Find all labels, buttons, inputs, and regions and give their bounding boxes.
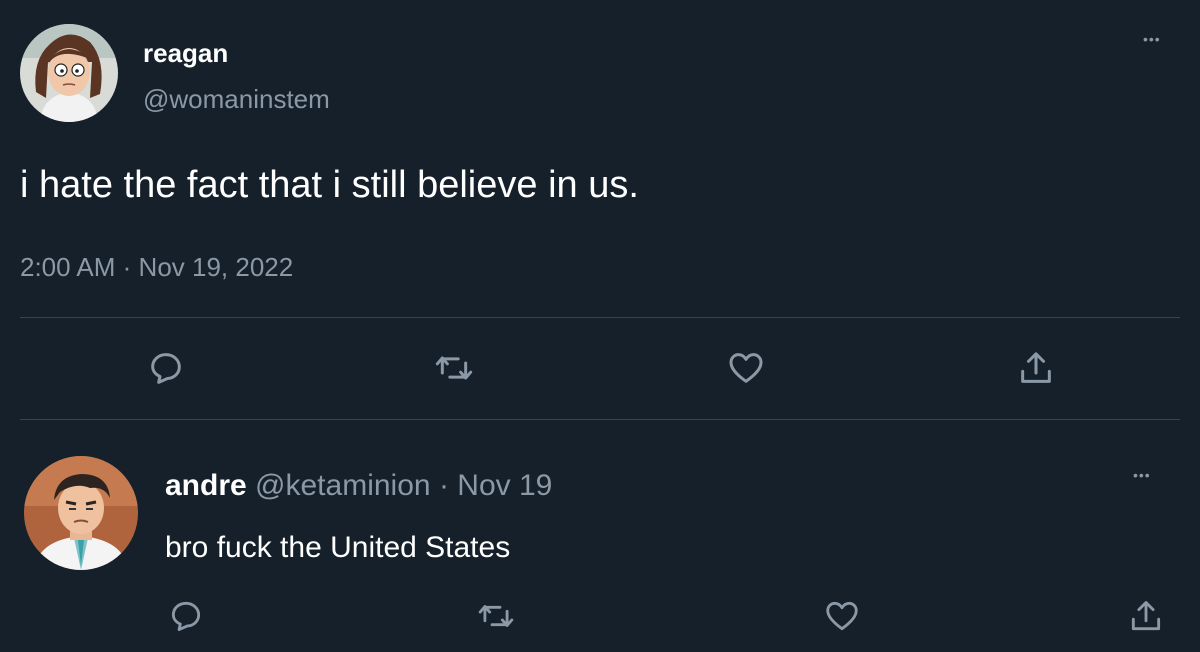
reply-share-button[interactable] xyxy=(1122,592,1170,640)
like-icon xyxy=(729,353,763,383)
tweet-author-name[interactable]: reagan xyxy=(143,38,228,68)
cartoon-woman-avatar-icon xyxy=(20,24,118,122)
tweet-author-handle[interactable]: @womaninstem xyxy=(143,84,330,114)
retweet-icon xyxy=(478,605,514,627)
tweet-text: i hate the fact that i still believe in … xyxy=(20,164,639,206)
reply-more-options-button[interactable]: ••• xyxy=(1133,468,1151,482)
retweet-button[interactable] xyxy=(430,344,478,392)
divider xyxy=(20,317,1180,318)
reply-author-name[interactable]: andre xyxy=(165,469,247,502)
more-options-button[interactable]: ••• xyxy=(1143,32,1161,46)
tweet-date[interactable]: Nov 19, 2022 xyxy=(139,252,294,282)
reply-retweet-button[interactable] xyxy=(472,592,520,640)
reply-separator: · xyxy=(438,469,449,502)
like-button[interactable] xyxy=(722,344,770,392)
share-icon xyxy=(1021,352,1051,383)
reply-button[interactable] xyxy=(142,344,190,392)
reply-date[interactable]: Nov 19 xyxy=(457,469,552,502)
reply-header: andre @ketaminion · Nov 19 xyxy=(165,469,552,503)
share-icon xyxy=(1131,601,1161,631)
reply-icon xyxy=(151,353,181,384)
reply-text: bro fuck the United States xyxy=(165,531,511,564)
cartoon-doctor-avatar-icon xyxy=(24,456,138,570)
share-button[interactable] xyxy=(1012,344,1060,392)
reply-author-avatar[interactable] xyxy=(24,456,138,570)
tweet-page: reagan @womaninstem ••• i hate the fact … xyxy=(0,0,1200,652)
tweet-time[interactable]: 2:00 AM xyxy=(20,252,115,282)
reply-author-handle[interactable]: @ketaminion xyxy=(255,469,431,502)
like-icon xyxy=(826,601,858,631)
timestamp-separator: · xyxy=(122,252,132,282)
divider xyxy=(20,419,1180,420)
display-name[interactable]: reagan xyxy=(143,38,228,68)
reply-reply-button[interactable] xyxy=(162,592,210,640)
tweet-author-avatar[interactable] xyxy=(20,24,118,122)
reply-like-button[interactable] xyxy=(818,592,866,640)
tweet-timestamp[interactable]: 2:00 AM · Nov 19, 2022 xyxy=(20,252,293,282)
retweet-icon xyxy=(435,356,473,380)
reply-icon xyxy=(171,601,201,632)
